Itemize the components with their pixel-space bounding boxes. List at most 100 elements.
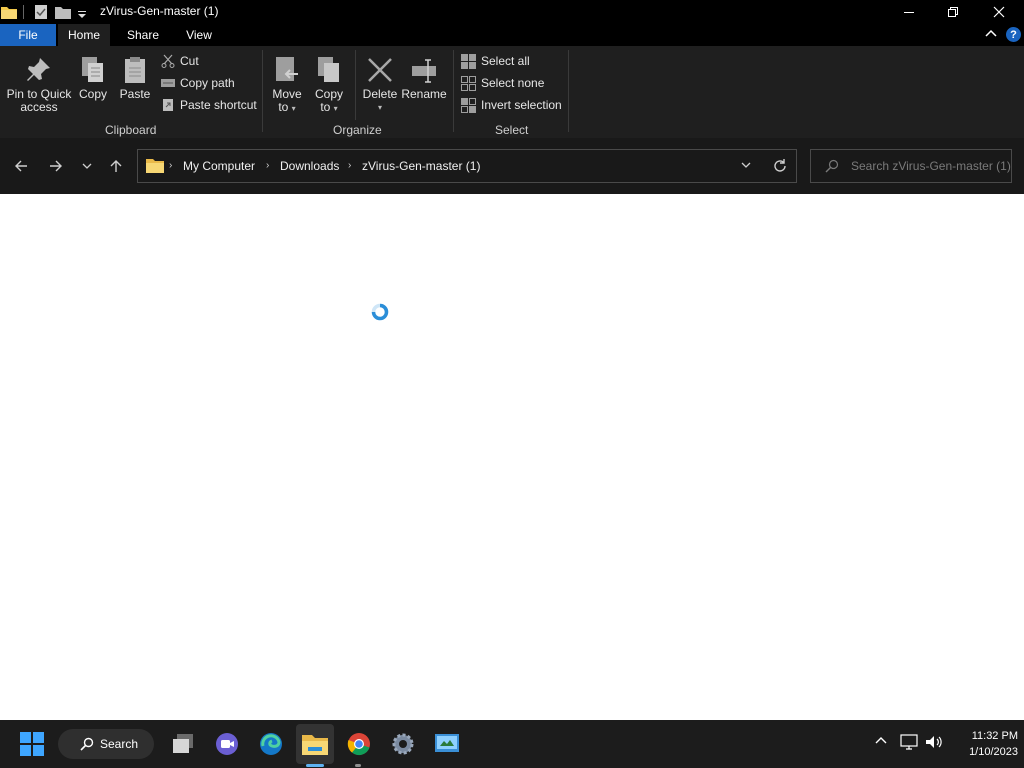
start-icon[interactable] <box>16 728 48 760</box>
rename-button[interactable]: Rename <box>401 56 447 101</box>
separator <box>355 50 356 120</box>
minimize-button[interactable] <box>886 0 932 24</box>
running-indicator <box>355 764 361 767</box>
copy-path-label: Copy path <box>180 76 235 90</box>
network-icon[interactable] <box>900 734 918 755</box>
restore-button[interactable] <box>930 0 976 24</box>
arrow-right-icon <box>50 160 62 172</box>
tab-home[interactable]: Home <box>58 24 110 46</box>
title-bar: zVirus-Gen-master (1) <box>0 0 1024 24</box>
breadcrumb-separator-icon[interactable]: › <box>266 160 269 171</box>
chrome-icon[interactable] <box>343 728 375 760</box>
select-none-button[interactable]: Select none <box>461 74 544 92</box>
move-to-icon <box>276 57 298 81</box>
separator <box>23 5 24 19</box>
select-all-icon <box>461 53 476 69</box>
help-icon[interactable]: ? <box>1006 27 1021 42</box>
teams-chat-icon[interactable] <box>211 728 243 760</box>
select-all-label: Select all <box>481 54 530 68</box>
breadcrumb-separator-icon[interactable]: › <box>169 160 172 171</box>
paste-shortcut-label: Paste shortcut <box>180 98 257 112</box>
copy-label: Copy <box>78 87 107 101</box>
move-to-label-to: to <box>278 100 289 114</box>
close-button[interactable] <box>976 0 1022 24</box>
invert-selection-button[interactable]: Invert selection <box>461 96 562 114</box>
arrow-left-icon <box>15 160 27 172</box>
arrow-up-icon <box>110 160 122 172</box>
copy-button[interactable]: Copy <box>76 56 110 101</box>
refresh-icon[interactable] <box>772 158 788 177</box>
paste-label: Paste <box>119 87 151 101</box>
forward-button[interactable] <box>46 156 66 176</box>
select-none-label: Select none <box>481 76 545 90</box>
customize-qat-icon[interactable] <box>77 7 87 25</box>
show-hidden-icons-chevron-icon[interactable] <box>874 734 888 753</box>
cut-label: Cut <box>180 54 199 68</box>
rename-icon <box>412 59 436 83</box>
rename-label: Rename <box>401 87 447 101</box>
select-all-button[interactable]: Select all <box>461 52 530 70</box>
paste-shortcut-button[interactable]: Paste shortcut <box>161 96 257 114</box>
tab-file[interactable]: File <box>0 24 56 46</box>
select-none-icon <box>461 75 476 91</box>
file-explorer-icon[interactable] <box>299 728 331 760</box>
running-indicator <box>306 764 324 767</box>
invert-selection-icon <box>461 97 476 113</box>
clipboard-icon <box>125 57 145 83</box>
recent-locations-button[interactable] <box>77 156 97 176</box>
search-box[interactable]: Search zVirus-Gen-master (1) <box>810 149 1012 183</box>
paste-shortcut-icon <box>163 99 173 111</box>
paste-button[interactable]: Paste <box>118 56 152 101</box>
delete-button[interactable]: Delete ▾ <box>361 56 399 114</box>
breadcrumb-my-computer[interactable]: My Computer <box>183 159 255 173</box>
search-placeholder: Search zVirus-Gen-master (1) <box>851 159 1011 173</box>
taskbar-search-button[interactable]: Search <box>58 729 154 759</box>
tab-view[interactable]: View <box>176 24 222 46</box>
breadcrumb-downloads[interactable]: Downloads <box>280 159 339 173</box>
copy-to-icon <box>318 57 339 82</box>
folder-app-icon <box>1 5 17 24</box>
copy-icon <box>82 57 103 82</box>
copy-path-icon <box>161 79 175 87</box>
copy-to-label-to: to <box>320 100 331 114</box>
tab-share[interactable]: Share <box>118 24 168 46</box>
pin-to-quick-access-button[interactable]: Pin to Quick access <box>6 56 72 114</box>
pin-label-line2: access <box>20 100 58 114</box>
task-view-icon[interactable] <box>167 728 199 760</box>
edge-icon[interactable] <box>255 728 287 760</box>
file-list-pane[interactable] <box>0 194 1024 720</box>
move-to-button[interactable]: Move to ▾ <box>270 56 304 115</box>
dropdown-caret-icon: ▾ <box>333 104 338 113</box>
settings-icon[interactable] <box>387 728 419 760</box>
delete-x-icon <box>368 58 392 82</box>
group-label-organize: Organize <box>333 123 382 137</box>
up-button[interactable] <box>106 156 126 176</box>
copy-path-button[interactable]: Copy path <box>161 74 235 92</box>
properties-icon[interactable] <box>34 4 48 25</box>
cut-button[interactable]: Cut <box>161 52 199 70</box>
invert-selection-label: Invert selection <box>481 98 562 112</box>
pin-icon <box>27 58 50 81</box>
dropdown-caret-icon: ▾ <box>291 104 296 113</box>
clock-date: 1/10/2023 <box>969 746 1018 758</box>
control-panel-icon[interactable] <box>431 728 463 760</box>
system-clock[interactable]: 11:32 PM 1/10/2023 <box>948 728 1018 760</box>
clock-time: 11:32 PM <box>971 730 1018 742</box>
collapse-ribbon-icon[interactable] <box>984 27 998 41</box>
window-title: zVirus-Gen-master (1) <box>100 4 219 18</box>
ribbon-tabs: File Home Share View ? <box>0 24 1024 46</box>
volume-icon[interactable] <box>925 734 943 755</box>
loading-spinner-icon <box>370 302 390 322</box>
back-button[interactable] <box>11 156 31 176</box>
breadcrumb-current-folder[interactable]: zVirus-Gen-master (1) <box>362 159 480 173</box>
breadcrumb-separator-icon[interactable]: › <box>348 160 351 171</box>
new-folder-icon[interactable] <box>55 5 71 24</box>
group-separator <box>453 50 454 132</box>
ribbon: Pin to Quick access Copy Paste Cut Copy … <box>0 46 1024 138</box>
move-to-line2: to ▾ <box>278 101 295 115</box>
address-history-chevron-icon[interactable] <box>740 159 752 174</box>
copy-to-button[interactable]: Copy to ▾ <box>312 56 346 115</box>
scissors-icon <box>161 54 175 68</box>
address-bar[interactable]: › My Computer › Downloads › zVirus-Gen-m… <box>137 149 797 183</box>
taskbar-search-label: Search <box>100 737 139 751</box>
